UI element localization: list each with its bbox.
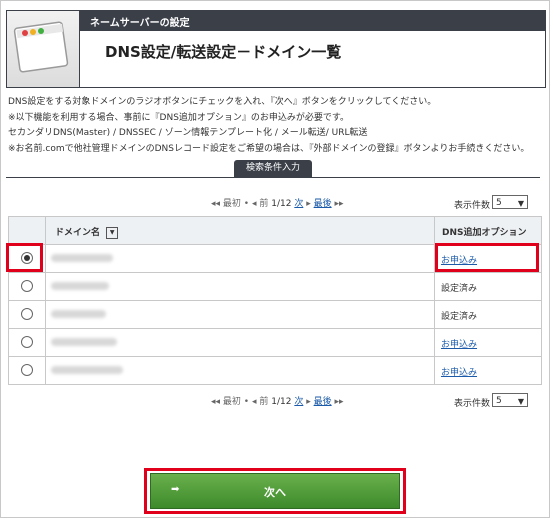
domain-radio[interactable] [21,336,33,348]
table-row[interactable]: お申込み [9,356,541,384]
domain-name-redacted [51,366,123,374]
column-header-domain-label: ドメイン名 [55,228,101,238]
highlight-selected-radio [6,243,43,272]
pager-next-arrow: ▸ [306,199,311,209]
search-conditions-tab[interactable]: 検索条件入力 [234,160,312,177]
pager-last-arrow: ▸▸ [334,199,344,209]
pager-position: 1/12 [271,397,292,407]
pager-last-arrow: ▸▸ [334,397,344,407]
domain-table: ドメイン名 ▼ DNS追加オプション お申込み 設定済み 設定済み お申込み お… [8,216,542,385]
info-line: ※以下機能を利用する場合、事前に『DNS追加オプション』のお申込みが必要です。 [8,112,350,123]
per-page-label: 表示件数 [454,201,491,211]
domain-radio[interactable] [21,280,33,292]
section-divider [6,177,540,178]
next-button[interactable]: ➡ 次へ [150,473,400,509]
domain-radio[interactable] [21,308,33,320]
table-row[interactable]: 設定済み [9,300,541,329]
column-header-dns-option: DNS追加オプション [442,228,527,238]
header-category: ネームサーバーの設定 [90,18,190,29]
domain-name-redacted [51,254,113,262]
chevron-down-icon: ▼ [517,397,524,406]
table-row[interactable]: お申込み [9,328,541,357]
header-band: ネームサーバーの設定 [80,11,545,31]
domain-name-redacted [51,282,109,290]
settings-window-icon [7,11,80,87]
page-title: DNS設定/転送設定－ドメイン一覧 [105,43,342,61]
pager-top: ◂◂ 最初 • ◂ 前 1/12 次 ▸ 最後 ▸▸ [211,199,344,209]
table-row[interactable]: 設定済み [9,272,541,301]
page-frame: ネームサーバーの設定 DNS設定/転送設定－ドメイン一覧 DNS設定をする対象ド… [0,0,550,518]
per-page-value: 5 [496,396,502,406]
domain-name-redacted [51,310,106,318]
page-header: ネームサーバーの設定 DNS設定/転送設定－ドメイン一覧 [6,10,546,88]
pager-first: ◂◂ 最初 [211,199,241,209]
pager-position: 1/12 [271,199,292,209]
pager-first: ◂◂ 最初 [211,397,241,407]
pager-next-arrow: ▸ [306,397,311,407]
chevron-down-icon: ▼ [517,199,524,208]
pager-next-link[interactable]: 次 [294,199,303,209]
info-line: ※お名前.comで他社管理ドメインのDNSレコード設定をご希望の場合は、『外部ド… [8,143,530,154]
table-header: ドメイン名 ▼ DNS追加オプション [9,217,541,245]
pager-prev: ◂ 前 [251,199,269,209]
option-status: 設定済み [441,284,478,294]
pager-last-link[interactable]: 最後 [314,199,332,209]
highlight-apply-link [435,243,539,272]
info-line: DNS設定をする対象ドメインのラジオボタンにチェックを入れ、『次へ』ボタンをクリ… [8,97,437,107]
option-status: 設定済み [441,312,478,322]
info-text: DNS設定をする対象ドメインのラジオボタンにチェックを入れ、『次へ』ボタンをクリ… [8,95,529,157]
per-page-select[interactable]: 5 ▼ [492,195,528,209]
info-line: セカンダリDNS(Master) / DNSSEC / ゾーン情報テンプレート化… [8,128,368,139]
pager-bottom: ◂◂ 最初 • ◂ 前 1/12 次 ▸ 最後 ▸▸ [211,397,344,407]
pager-prev: ◂ 前 [251,397,269,407]
pager-next-link[interactable]: 次 [294,397,303,407]
apply-option-link[interactable]: お申込み [441,365,477,378]
apply-option-link[interactable]: お申込み [441,337,477,350]
sort-icon[interactable]: ▼ [106,226,119,239]
per-page-label: 表示件数 [454,399,491,409]
next-button-label: 次へ [264,486,286,499]
domain-radio[interactable] [21,364,33,376]
per-page-value: 5 [496,198,502,208]
pager-last-link[interactable]: 最後 [314,397,332,407]
per-page-select[interactable]: 5 ▼ [492,393,528,407]
domain-name-redacted [51,338,117,346]
column-header-domain: ドメイン名 ▼ [55,225,119,239]
